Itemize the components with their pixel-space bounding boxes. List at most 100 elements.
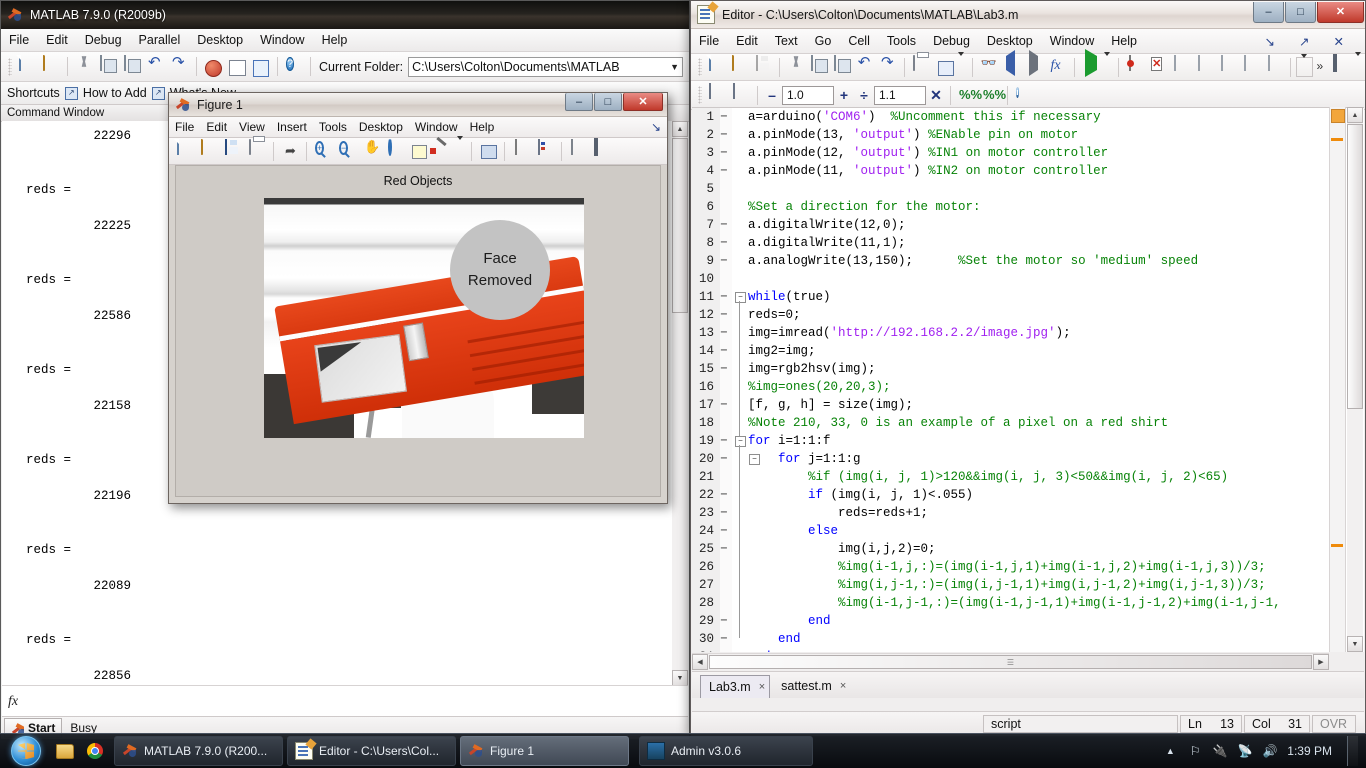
editor-tab-lab3[interactable]: Lab3.m × bbox=[700, 675, 771, 698]
editor-horizontal-scrollbar[interactable]: ◀ ☰ ▶ bbox=[692, 653, 1329, 670]
fx-icon[interactable]: fx bbox=[2, 694, 24, 710]
cut-icon[interactable] bbox=[785, 56, 806, 78]
code-line[interactable]: 10 bbox=[692, 270, 1364, 288]
show-hidden-icons-arrow[interactable]: ▲ bbox=[1162, 743, 1178, 759]
code-line[interactable]: 18 %Note 210, 33, 0 is an example of a pi… bbox=[692, 414, 1364, 432]
undo-icon[interactable]: ↶ bbox=[855, 55, 876, 78]
code-line[interactable]: 22− if (img(i, j, 1)<.055) bbox=[692, 486, 1364, 504]
show-desktop-button[interactable] bbox=[1347, 736, 1358, 766]
command-window-scrollbar[interactable]: ▲ ▼ bbox=[672, 121, 688, 686]
close-icon[interactable]: × bbox=[840, 680, 846, 692]
code-line[interactable]: 6 %Set a direction for the motor: bbox=[692, 198, 1364, 216]
code-line[interactable]: 14− img2=img; bbox=[692, 342, 1364, 360]
code-line[interactable]: 25− img(i,j,2)=0; bbox=[692, 540, 1364, 558]
code-line[interactable]: 4− a.pinMode(11, 'output') %IN2 on motor … bbox=[692, 162, 1364, 180]
comment-icon[interactable] bbox=[934, 56, 955, 78]
editor-scroll-up-arrow[interactable]: ▲ bbox=[1347, 107, 1363, 123]
editor-menu-edit[interactable]: Edit bbox=[736, 34, 758, 48]
editor-scroll-thumb[interactable] bbox=[1347, 124, 1363, 409]
figure-minimize-button[interactable]: – bbox=[565, 93, 593, 111]
dock-dropdown-icon[interactable] bbox=[1354, 52, 1364, 78]
save-figure-icon[interactable] bbox=[222, 139, 244, 162]
exit-debug-icon[interactable] bbox=[1264, 55, 1285, 78]
copy-icon[interactable] bbox=[97, 54, 119, 78]
save-icon[interactable] bbox=[753, 55, 774, 78]
figure-close-button[interactable]: ✕ bbox=[623, 93, 663, 111]
open-file-icon[interactable] bbox=[729, 55, 750, 78]
menu-desktop[interactable]: Desktop bbox=[197, 33, 243, 47]
editor-menu-help[interactable]: Help bbox=[1111, 34, 1137, 48]
code-line[interactable]: 26 %img(i-1,j,:)=(img(i-1,j,1)+img(i-1,j… bbox=[692, 558, 1364, 576]
editor-close-doc-icon[interactable]: ✕ bbox=[1334, 34, 1344, 49]
evaluate-cell-advance-icon[interactable]: %% bbox=[980, 84, 1006, 106]
open-file-icon[interactable] bbox=[40, 54, 62, 78]
redo-icon[interactable]: ↷ bbox=[169, 55, 191, 78]
editor-toolbar-grip[interactable] bbox=[698, 58, 702, 76]
mlint-status-box[interactable] bbox=[1331, 109, 1345, 123]
redo-icon[interactable]: ↷ bbox=[878, 55, 899, 78]
new-file-icon[interactable] bbox=[16, 54, 38, 78]
evaluate-cell-icon[interactable]: %% bbox=[956, 84, 982, 106]
editor-vertical-scrollbar[interactable]: ▲ ▼ bbox=[1347, 107, 1363, 652]
menu-file[interactable]: File bbox=[9, 33, 29, 47]
editor-scroll-left-arrow[interactable]: ◀ bbox=[692, 654, 708, 670]
help-icon[interactable]: ? bbox=[283, 56, 305, 78]
editor-maximize-button[interactable]: □ bbox=[1285, 1, 1316, 23]
editor-undock-arrow-icon[interactable]: ↗ bbox=[1299, 34, 1309, 49]
cell-decrement-button[interactable]: – bbox=[762, 87, 782, 103]
chevron-down-icon[interactable]: ▼ bbox=[670, 62, 679, 72]
figure-menu-insert[interactable]: Insert bbox=[277, 120, 307, 134]
brush-icon[interactable] bbox=[432, 140, 454, 162]
quick-launch-explorer[interactable] bbox=[50, 736, 80, 766]
code-line[interactable]: 8− a.digitalWrite(11,1); bbox=[692, 234, 1364, 252]
figure-menu-view[interactable]: View bbox=[239, 120, 265, 134]
editor-code-area[interactable]: 1− a=arduino('COM6') %Uncomment this if n… bbox=[692, 107, 1364, 652]
simulink-icon[interactable] bbox=[202, 56, 224, 78]
toolbar-overflow-small[interactable] bbox=[1295, 54, 1314, 77]
step-icon[interactable] bbox=[1170, 55, 1191, 78]
editor-scroll-right-arrow[interactable]: ▶ bbox=[1313, 654, 1329, 670]
hide-plot-tools-icon[interactable] bbox=[567, 139, 589, 162]
editor-hscroll-thumb[interactable]: ☰ bbox=[709, 655, 1312, 669]
legend-icon[interactable] bbox=[534, 139, 556, 162]
code-line[interactable]: 5 bbox=[692, 180, 1364, 198]
zoom-out-icon[interactable]: − bbox=[336, 140, 358, 162]
code-line[interactable]: 7− a.digitalWrite(12,0); bbox=[692, 216, 1364, 234]
run-dropdown-icon[interactable] bbox=[1103, 52, 1113, 78]
code-line[interactable]: 3− a.pinMode(12, 'output') %IN1 on motor … bbox=[692, 144, 1364, 162]
taskbar-clock[interactable]: 1:39 PM bbox=[1287, 744, 1332, 758]
menu-edit[interactable]: Edit bbox=[46, 33, 68, 47]
flag-action-center-icon[interactable]: ⚐ bbox=[1187, 743, 1203, 759]
open-figure-icon[interactable] bbox=[198, 139, 220, 162]
rotate-3d-icon[interactable] bbox=[384, 138, 406, 162]
toolbar-chevron-icon[interactable]: » bbox=[1315, 56, 1329, 78]
code-line[interactable]: 21 %if (img(i, j, 1)>120&&img(i, j, 3)<5… bbox=[692, 468, 1364, 486]
editor-menu-go[interactable]: Go bbox=[815, 34, 832, 48]
new-file-icon[interactable] bbox=[706, 55, 727, 78]
code-line[interactable]: 31 − end bbox=[692, 648, 1364, 652]
insert-cell-divider-icon[interactable] bbox=[706, 83, 728, 106]
code-line[interactable]: 17− [f, g, h] = size(img); bbox=[692, 396, 1364, 414]
code-line[interactable]: 13− img=imread('http://192.168.2.2/image.… bbox=[692, 324, 1364, 342]
code-line[interactable]: 12− reds=0; bbox=[692, 306, 1364, 324]
cell-help-icon[interactable]: i bbox=[1013, 84, 1035, 106]
figure-maximize-button[interactable]: □ bbox=[594, 93, 622, 111]
taskbar-button-figure[interactable]: Figure 1 bbox=[460, 736, 629, 766]
editor-close-button[interactable]: ✕ bbox=[1317, 1, 1364, 23]
editor-tab-sattest[interactable]: sattest.m × bbox=[772, 674, 851, 698]
code-line[interactable]: 16 %img=ones(20,20,3); bbox=[692, 378, 1364, 396]
code-line[interactable]: 29− end bbox=[692, 612, 1364, 630]
menu-parallel[interactable]: Parallel bbox=[139, 33, 181, 47]
step-out-icon[interactable] bbox=[1217, 55, 1238, 78]
fold-marker-for-inner[interactable]: − bbox=[749, 454, 760, 465]
current-folder-combobox[interactable]: C:\Users\Colton\Documents\MATLAB ▼ bbox=[408, 56, 683, 77]
code-line[interactable]: 15− img=rgb2hsv(img); bbox=[692, 360, 1364, 378]
editor-menu-window[interactable]: Window bbox=[1050, 34, 1094, 48]
cell-increment-button[interactable]: + bbox=[834, 87, 854, 103]
guide-icon[interactable] bbox=[226, 56, 248, 78]
profiler-icon[interactable] bbox=[250, 56, 272, 78]
safely-remove-icon[interactable]: 🔌 bbox=[1212, 743, 1228, 759]
back-icon[interactable] bbox=[1001, 50, 1022, 78]
figure-menu-window[interactable]: Window bbox=[415, 120, 458, 134]
code-line[interactable]: 23− reds=reds+1; bbox=[692, 504, 1364, 522]
